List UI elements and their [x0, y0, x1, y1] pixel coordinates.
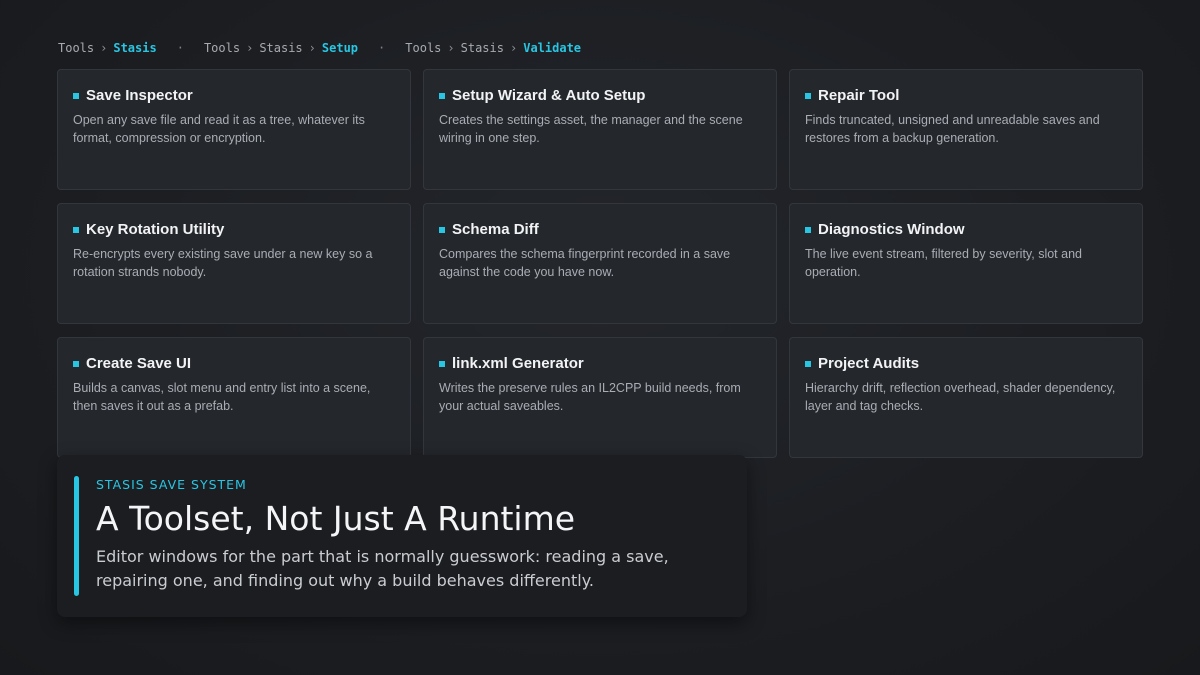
bullet-icon [73, 227, 79, 233]
breadcrumb-separator: › [100, 41, 108, 55]
bullet-icon [439, 93, 445, 99]
bullet-icon [439, 361, 445, 367]
breadcrumb: Tools › Stasis [58, 41, 157, 55]
bullet-icon [805, 227, 811, 233]
card-title: Diagnostics Window [805, 220, 1127, 240]
card-setup-wizard[interactable]: Setup Wizard & Auto Setup Creates the se… [423, 69, 777, 190]
callout-body: Editor windows for the part that is norm… [96, 547, 669, 590]
breadcrumb-bar: Tools › Stasis · Tools › Stasis › Setup … [58, 40, 581, 56]
bullet-icon [439, 227, 445, 233]
card-description: Builds a canvas, slot menu and entry lis… [73, 381, 371, 413]
card-description: Open any save file and read it as a tree… [73, 113, 365, 145]
card-description: Creates the settings asset, the manager … [439, 113, 743, 145]
bullet-icon [73, 361, 79, 367]
breadcrumb-group-separator: · [378, 41, 386, 55]
card-description: Re-encrypts every existing save under a … [73, 247, 373, 279]
card-description: Compares the schema fingerprint recorded… [439, 247, 731, 279]
callout-eyebrow: STASIS SAVE SYSTEM [96, 477, 247, 492]
card-title: Key Rotation Utility [73, 220, 395, 240]
card-title: Schema Diff [439, 220, 761, 240]
bullet-icon [805, 361, 811, 367]
breadcrumb-separator: › [308, 41, 316, 55]
breadcrumb-separator: › [447, 41, 455, 55]
card-title-text: Repair Tool [818, 87, 900, 104]
card-title-text: Save Inspector [86, 87, 193, 104]
card-schema-diff[interactable]: Schema Diff Compares the schema fingerpr… [423, 203, 777, 324]
card-title-text: Diagnostics Window [818, 221, 965, 238]
tool-card-grid: Save Inspector Open any save file and re… [57, 69, 1143, 458]
breadcrumb: Tools › Stasis › Validate [405, 41, 581, 55]
breadcrumb-group-separator: · [176, 41, 184, 55]
breadcrumb-item[interactable]: Stasis [259, 41, 302, 55]
card-title-text: Setup Wizard & Auto Setup [452, 87, 646, 104]
breadcrumb-item-current[interactable]: Stasis [113, 41, 156, 55]
card-title: link.xml Generator [439, 354, 761, 374]
card-title-text: link.xml Generator [452, 355, 584, 372]
card-save-inspector[interactable]: Save Inspector Open any save file and re… [57, 69, 411, 190]
breadcrumb-item[interactable]: Stasis [461, 41, 504, 55]
card-title: Setup Wizard & Auto Setup [439, 86, 761, 106]
callout-title: A Toolset, Not Just A Runtime [96, 499, 576, 538]
card-linkxml-generator[interactable]: link.xml Generator Writes the preserve r… [423, 337, 777, 458]
card-title-text: Schema Diff [452, 221, 539, 238]
card-key-rotation[interactable]: Key Rotation Utility Re-encrypts every e… [57, 203, 411, 324]
feature-callout: STASIS SAVE SYSTEM A Toolset, Not Just A… [57, 455, 747, 617]
card-repair-tool[interactable]: Repair Tool Finds truncated, unsigned an… [789, 69, 1143, 190]
card-title: Repair Tool [805, 86, 1127, 106]
card-title: Create Save UI [73, 354, 395, 374]
card-description: The live event stream, filtered by sever… [805, 247, 1082, 279]
breadcrumb-item[interactable]: Tools [405, 41, 441, 55]
breadcrumb: Tools › Stasis › Setup [204, 41, 358, 55]
breadcrumb-item[interactable]: Tools [204, 41, 240, 55]
card-title-text: Project Audits [818, 355, 920, 372]
bullet-icon [73, 93, 79, 99]
card-title-text: Key Rotation Utility [86, 221, 225, 238]
card-title-text: Create Save UI [86, 355, 192, 372]
breadcrumb-item[interactable]: Tools [58, 41, 94, 55]
breadcrumb-item-current[interactable]: Setup [322, 41, 358, 55]
breadcrumb-separator: › [246, 41, 254, 55]
breadcrumb-separator: › [509, 41, 518, 55]
accent-bar [74, 476, 79, 596]
card-description: Hierarchy drift, reflection overhead, sh… [805, 381, 1116, 413]
card-description: Finds truncated, unsigned and unreadable… [805, 113, 1100, 145]
card-title: Save Inspector [73, 86, 395, 106]
bullet-icon [805, 93, 811, 99]
breadcrumb-item-current[interactable]: Validate [523, 41, 581, 55]
card-create-save-ui[interactable]: Create Save UI Builds a canvas, slot men… [57, 337, 411, 458]
card-diagnostics-window[interactable]: Diagnostics Window The live event stream… [789, 203, 1143, 324]
card-project-audits[interactable]: Project Audits Hierarchy drift, reflecti… [789, 337, 1143, 458]
card-title: Project Audits [805, 354, 1127, 374]
card-description: Writes the preserve rules an IL2CPP buil… [439, 381, 741, 413]
